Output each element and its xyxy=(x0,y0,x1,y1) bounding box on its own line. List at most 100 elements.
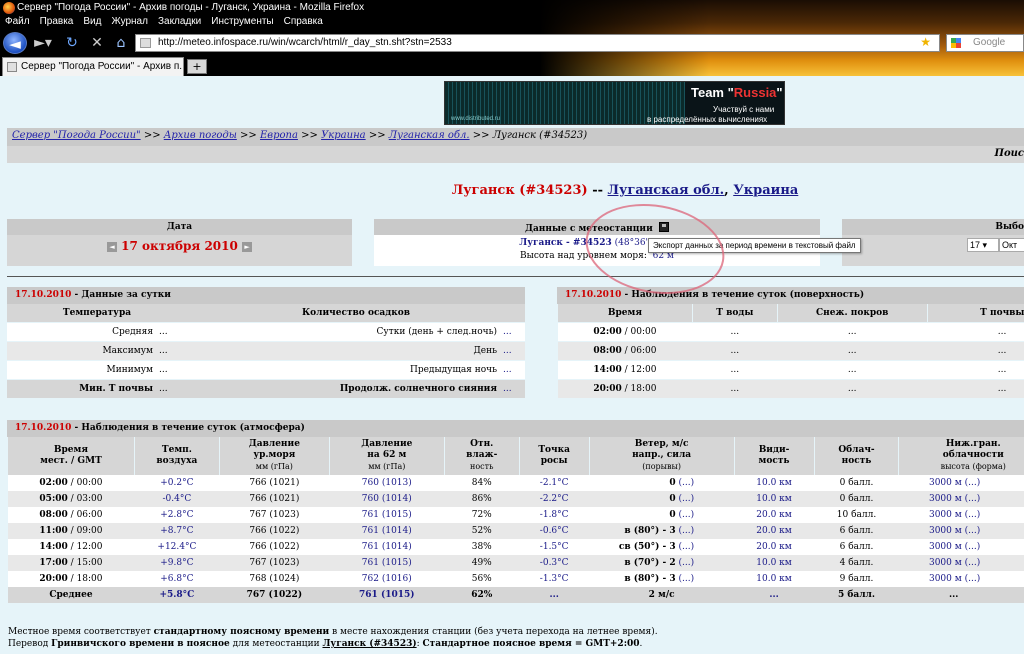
col-temperature: Температура xyxy=(7,304,187,323)
table-row: 14:00 / 12:00 +12.4°C 766 (1022) 761 (1014)… xyxy=(7,539,1024,555)
team-russia-banner[interactable]: Team "Russia" Участвуй с нами в распреде… xyxy=(444,81,785,125)
reload-button[interactable]: ↻ xyxy=(62,33,82,53)
table-row: Мин. Т почвы... Продолж. солнечного сияни… xyxy=(7,379,525,399)
region-link[interactable]: Луганская обл. xyxy=(608,183,725,198)
table-row: 20:00 / 18:00 +6.8°C 768 (1024) 762 (1016) 5… xyxy=(7,571,1024,587)
table-row: 05:00 / 03:00 -0.4°C 766 (1021) 760 (1014) 8… xyxy=(7,491,1024,507)
search-bar-strip: Поис xyxy=(7,146,1024,163)
breadcrumb-link[interactable]: Луганская обл. xyxy=(389,130,470,141)
back-button[interactable]: ◄ xyxy=(3,32,27,54)
date-panel: Дата ◄ 17 октября 2010 ► xyxy=(7,219,352,266)
table-row: 17:00 / 15:00 +9.8°C 767 (1023) 761 (1015) 4… xyxy=(7,555,1024,571)
tab-bar: Сервер "Погода России" - Архив п... + xyxy=(0,56,1024,76)
month-select[interactable]: Окт xyxy=(999,238,1024,252)
table-row: 11:00 / 09:00 +8.7°C 766 (1022) 761 (1014) 5… xyxy=(7,523,1024,539)
menu-item[interactable]: Вид xyxy=(78,16,106,31)
gust-link[interactable]: (...) xyxy=(678,558,694,568)
column-header: Т воды xyxy=(691,304,778,323)
menu-item[interactable]: Справка xyxy=(279,16,328,31)
column-header: Ветер, м/с напр., сила (порывы) xyxy=(588,437,735,475)
cloud-form-link[interactable]: (...) xyxy=(965,494,981,504)
column-header: Время xyxy=(557,304,693,323)
breadcrumb-link[interactable]: Архив погоды xyxy=(164,130,237,141)
menu-item[interactable]: Инструменты xyxy=(206,16,278,31)
column-header: Точка росы xyxy=(518,437,590,475)
window-title: Сервер "Погода России" - Архив погоды - … xyxy=(0,0,1024,16)
tab-favicon xyxy=(7,62,17,72)
menu-item[interactable]: Журнал xyxy=(106,16,153,31)
next-date-button[interactable]: ► xyxy=(242,242,253,252)
cloud-form-link[interactable]: (...) xyxy=(965,574,981,584)
table-row: 02:00 / 00:00......... xyxy=(557,322,1024,342)
surface-title: 17.10.2010 - Наблюдения в течение суток … xyxy=(557,287,1024,304)
table-row: 20:00 / 18:00......... xyxy=(557,379,1024,399)
menu-item[interactable]: Закладки xyxy=(153,16,206,31)
gust-link[interactable]: (...) xyxy=(678,542,694,552)
cloud-form-link[interactable]: (...) xyxy=(965,510,981,520)
breadcrumb-separator: >> xyxy=(368,130,386,141)
daily-data-panel: 17.10.2010 - Данные за сутки Температура… xyxy=(7,287,525,399)
gust-link[interactable]: (...) xyxy=(678,510,694,520)
cloud-form-link[interactable]: (...) xyxy=(965,526,981,536)
column-header: Т почвы xyxy=(926,304,1024,323)
breadcrumb: Сервер "Погода России" >> Архив погоды >… xyxy=(7,128,1024,146)
breadcrumb-link[interactable]: Европа xyxy=(260,130,298,141)
url-bar[interactable]: http://meteo.infospace.ru/win/wcarch/htm… xyxy=(135,34,940,52)
cloud-form-link[interactable]: (...) xyxy=(965,478,981,488)
breadcrumb-link[interactable]: Сервер "Погода России" xyxy=(12,130,141,141)
stop-button[interactable]: ✕ xyxy=(87,33,107,53)
tab-active[interactable]: Сервер "Погода России" - Архив п... xyxy=(2,57,184,76)
breadcrumb-separator: >> xyxy=(472,130,490,141)
new-tab-button[interactable]: + xyxy=(187,59,207,74)
navigation-bar: ◄ ►▾ ↻ ✕ ⌂ http://meteo.infospace.ru/win… xyxy=(0,31,1024,55)
col-precipitation: Количество осадков xyxy=(187,304,525,323)
menu-item[interactable]: Файл xyxy=(0,16,35,31)
footnotes: Местное время соответствует стандартному… xyxy=(8,627,658,649)
forward-button[interactable]: ►▾ xyxy=(30,33,56,53)
home-button[interactable]: ⌂ xyxy=(111,33,131,53)
gust-link[interactable]: (...) xyxy=(678,478,694,488)
column-header: Види-мость xyxy=(733,437,815,475)
day-select[interactable]: 17 ▾ xyxy=(967,238,999,252)
firefox-icon xyxy=(3,2,15,14)
column-header: Давление ур.моря мм (гПа) xyxy=(218,437,330,475)
column-header: Ниж.гран. облачности высота (форма) xyxy=(898,437,1024,475)
divider xyxy=(7,276,1024,277)
menu-item[interactable]: Правка xyxy=(35,16,79,31)
gust-link[interactable]: (...) xyxy=(678,494,694,504)
prev-date-button[interactable]: ◄ xyxy=(106,242,117,252)
table-row: Средняя... Сутки (день + след.ночь)... xyxy=(7,322,525,342)
daily-title: 17.10.2010 - Данные за сутки xyxy=(7,287,525,304)
cloud-form-link[interactable]: (...) xyxy=(965,542,981,552)
cloud-form-link[interactable]: (...) xyxy=(965,558,981,568)
column-header: Темп. воздуха xyxy=(133,437,220,475)
banner-title: Team "Russia" xyxy=(691,85,783,100)
browser-chrome: Сервер "Погода России" - Архив погоды - … xyxy=(0,0,1024,76)
table-row: Минимум... Предыдущая ночь... xyxy=(7,360,525,380)
country-link[interactable]: Украина xyxy=(733,183,798,198)
atmosphere-observations-panel: 17.10.2010 - Наблюдения в течение суток … xyxy=(7,420,1024,603)
breadcrumb-current: Луганск (#34523) xyxy=(492,130,588,141)
gust-link[interactable]: (...) xyxy=(678,526,694,536)
date-select-panel: Выбо 17 ▾ Окт xyxy=(842,219,1024,266)
breadcrumb-link[interactable]: Украина xyxy=(321,130,366,141)
average-row: Среднее +5.8°C 767 (1022) 761 (1015) 62%... 2… xyxy=(7,587,1024,603)
column-header: Снеж. покров xyxy=(776,304,928,323)
table-row: 14:00 / 12:00......... xyxy=(557,360,1024,380)
google-icon xyxy=(951,38,961,48)
bookmark-star-icon[interactable]: ★ xyxy=(920,35,931,49)
menu-bar: Файл Правка Вид Журнал Закладки Инструменты Сп… xyxy=(0,16,328,31)
column-header: Отн. влаж-ность xyxy=(443,437,520,475)
breadcrumb-separator: >> xyxy=(240,130,257,141)
column-header: Облач-ность xyxy=(813,437,899,475)
table-row: Максимум... День... xyxy=(7,341,525,361)
breadcrumb-separator: >> xyxy=(143,130,161,141)
table-row: 02:00 / 00:00 +0.2°C 766 (1021) 760 (1013) 8… xyxy=(7,475,1024,491)
station-footnote-link[interactable]: Луганск (#34523) xyxy=(322,639,416,649)
search-input[interactable]: Google xyxy=(946,34,1024,52)
breadcrumb-separator: >> xyxy=(301,130,318,141)
surface-observations-panel: 17.10.2010 - Наблюдения в течение суток … xyxy=(557,287,1024,399)
page-title: Луганск (#34523) -- Луганская обл., Укра… xyxy=(451,183,799,198)
atmosphere-title: 17.10.2010 - Наблюдения в течение суток … xyxy=(7,420,1024,437)
gust-link[interactable]: (...) xyxy=(678,574,694,584)
